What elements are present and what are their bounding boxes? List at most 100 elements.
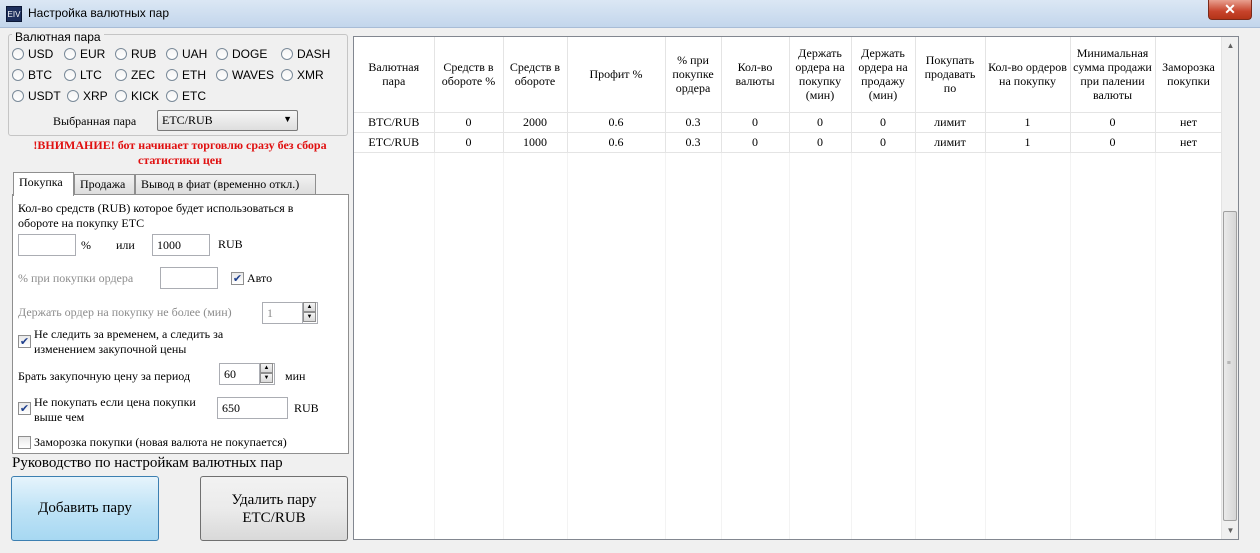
hold-order-stepper[interactable]: ▲ ▼ [302, 302, 316, 324]
rub-amount-input[interactable]: 1000 [152, 234, 210, 256]
radio-xrp[interactable]: XRP [67, 88, 108, 104]
radio-label: EUR [80, 47, 106, 61]
table-cell: 1000 [503, 132, 568, 153]
radio-label: XRP [83, 89, 108, 103]
column-header[interactable]: Кол-во валюты [721, 37, 790, 113]
freeze-checkbox[interactable] [18, 436, 31, 449]
table-cell: 0.3 [665, 112, 722, 133]
radio-label: RUB [131, 47, 157, 61]
warning-text: !ВНИМАНИЕ! бот начинает торговлю сразу б… [33, 138, 327, 167]
column-header[interactable]: Держать ордера на покупку (мин) [789, 37, 852, 113]
table-cell: 0 [789, 132, 852, 153]
radio-label: UAH [182, 47, 208, 61]
table-row[interactable]: BTC/RUB 0 2000 0.6 0.3 0 0 0 лимит 1 0 н… [354, 112, 1223, 133]
radio-label: XMR [297, 68, 324, 82]
watch-price-checkbox[interactable]: ✔ [18, 335, 31, 348]
add-pair-button[interactable]: Добавить пару [11, 476, 159, 541]
table-row[interactable]: ETC/RUB 0 1000 0.6 0.3 0 0 0 лимит 1 0 н… [354, 132, 1223, 153]
radio-kick[interactable]: KICK [115, 88, 159, 104]
radio-btc[interactable]: BTC [12, 67, 52, 83]
radio-label: LTC [80, 68, 102, 82]
radio-dot-icon [67, 90, 79, 102]
table-cell: 0.6 [567, 112, 666, 133]
radio-rub[interactable]: RUB [115, 46, 156, 62]
radio-usd[interactable]: USD [12, 46, 53, 62]
radio-eth[interactable]: ETH [166, 67, 206, 83]
radio-doge[interactable]: DOGE [216, 46, 267, 62]
radio-label: WAVES [232, 68, 275, 82]
radio-etc[interactable]: ETC [166, 88, 206, 104]
radio-usdt[interactable]: USDT [12, 88, 61, 104]
column-header[interactable]: Покупать продавать по [915, 37, 986, 113]
column-header[interactable]: Кол-во ордеров на покупку [985, 37, 1071, 113]
column-header[interactable]: Минимальная сумма продажи при палении ва… [1070, 37, 1156, 113]
column-header[interactable]: Средств в обороте [503, 37, 568, 113]
auto-checkbox[interactable]: ✔ [231, 272, 244, 285]
pairs-data-table: Валютная пара Средств в обороте % Средст… [354, 37, 1223, 153]
no-buy-price-input[interactable]: 650 [217, 397, 288, 419]
tab-buy[interactable]: Покупка [13, 172, 74, 196]
column-header[interactable]: Держать ордера на продажу (мин) [851, 37, 916, 113]
radio-label: USD [28, 47, 54, 61]
period-unit: мин [285, 369, 306, 383]
table-cell: 0 [1070, 112, 1156, 133]
radio-dot-icon [115, 48, 127, 60]
order-percent-input[interactable] [160, 267, 218, 289]
currency-pair-group-title: Валютная пара [12, 30, 104, 44]
table-cell: 0 [789, 112, 852, 133]
arrow-up-icon[interactable]: ▲ [260, 363, 273, 373]
radio-xmr[interactable]: XMR [281, 67, 324, 83]
tab-fiat-withdraw[interactable]: Вывод в фиат (временно откл.) [135, 174, 316, 195]
close-button[interactable]: ✕ [1208, 0, 1252, 20]
radio-label: BTC [28, 68, 52, 82]
auto-label: Авто [247, 271, 273, 285]
column-header[interactable]: Валютная пара [354, 37, 435, 113]
arrow-up-icon[interactable]: ▲ [303, 302, 316, 312]
funds-label: Кол-во средств (RUB) которое будет испол… [18, 201, 294, 230]
radio-uah[interactable]: UAH [166, 46, 207, 62]
period-stepper[interactable]: ▲ ▼ [259, 363, 273, 385]
column-header[interactable]: Профит % [567, 37, 666, 113]
radio-dot-icon [12, 69, 24, 81]
tab-sell[interactable]: Продажа [74, 174, 135, 195]
column-header[interactable]: Средств в обороте % [434, 37, 504, 113]
arrow-down-icon[interactable]: ▼ [260, 373, 273, 383]
percent-unit: % [81, 238, 91, 252]
column-header[interactable]: Заморозка покупки [1155, 37, 1223, 113]
radio-dot-icon [115, 69, 127, 81]
table-cell: 2000 [503, 112, 568, 133]
table-cell: 1 [985, 112, 1071, 133]
column-header[interactable]: % при покупке ордера [665, 37, 722, 113]
scrollbar-thumb[interactable]: ≡ [1223, 211, 1237, 521]
scroll-down-icon[interactable]: ▼ [1222, 522, 1238, 539]
table-cell: 0 [721, 112, 790, 133]
table-cell: лимит [915, 132, 986, 153]
scroll-up-icon[interactable]: ▲ [1222, 37, 1238, 54]
radio-dot-icon [166, 90, 178, 102]
radio-label: USDT [28, 89, 61, 103]
radio-dot-icon [115, 90, 127, 102]
radio-eur[interactable]: EUR [64, 46, 105, 62]
table-cell: 0.3 [665, 132, 722, 153]
radio-label: DOGE [232, 47, 268, 61]
title-bar: EIV Настройка валютных пар ✕ [0, 0, 1260, 28]
vertical-scrollbar[interactable]: ▲ ≡ ▼ [1221, 37, 1238, 539]
pairs-table: Валютная пара Средств в обороте % Средст… [353, 36, 1239, 540]
table-header-row: Валютная пара Средств в обороте % Средст… [354, 37, 1223, 113]
selected-pair-select[interactable]: ETC/RUB ▼ [157, 110, 298, 131]
guide-link[interactable]: Руководство по настройкам валютных пар [12, 455, 283, 472]
radio-zec[interactable]: ZEC [115, 67, 155, 83]
radio-waves[interactable]: WAVES [216, 67, 274, 83]
arrow-down-icon[interactable]: ▼ [303, 312, 316, 322]
radio-dash[interactable]: DASH [281, 46, 330, 62]
delete-pair-button[interactable]: Удалить пару ETC/RUB [200, 476, 348, 541]
table-cell: 0 [434, 132, 504, 153]
window-title: Настройка валютных пар [28, 6, 169, 20]
table-cell: BTC/RUB [354, 112, 435, 133]
radio-ltc[interactable]: LTC [64, 67, 102, 83]
percent-input[interactable] [18, 234, 76, 256]
watch-price-label: Не следить за временем, а следить за изм… [34, 327, 224, 356]
order-percent-label: % при покупки ордера [18, 271, 134, 285]
hold-order-label: Держать ордер на покупку не более (мин) [18, 305, 232, 319]
no-buy-checkbox[interactable]: ✔ [18, 402, 31, 415]
